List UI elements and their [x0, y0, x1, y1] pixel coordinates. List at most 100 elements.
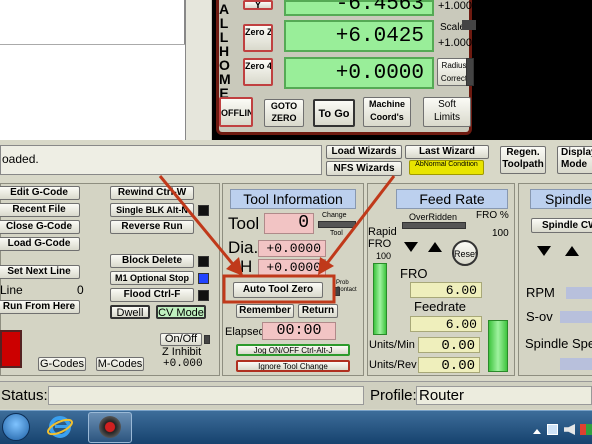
recent-file-button[interactable]: Recent File: [0, 203, 80, 217]
dwell-indicator: Dwell: [110, 305, 150, 319]
fro-display: 6.00: [410, 282, 482, 298]
all-home-vertical: ALL HOME: [219, 2, 231, 100]
units-min-display: 0.00: [418, 337, 480, 354]
feed-reset-button[interactable]: Reset: [452, 240, 478, 266]
rewind-button[interactable]: Rewind Ctrl-W: [110, 186, 194, 200]
reverse-run-button[interactable]: Reverse Run: [110, 220, 194, 234]
tray-up-arrow-icon[interactable]: [533, 429, 541, 434]
tool-number-display[interactable]: 0: [264, 213, 314, 234]
scale-z-value: +1.0000: [438, 37, 479, 49]
reset-emergency-button[interactable]: [0, 330, 22, 368]
gcode-listing-lower[interactable]: [0, 44, 185, 140]
status-history-box: [0, 145, 322, 175]
toolpath-display[interactable]: [476, 0, 592, 140]
feed-down-arrow-icon[interactable]: [404, 242, 418, 252]
z-inhibit-on-off-button[interactable]: On/Off: [160, 333, 202, 346]
start-orb-icon[interactable]: [2, 413, 30, 441]
dia-label: Dia.: [228, 238, 259, 257]
units-rev-display: 0.00: [418, 357, 480, 374]
internet-explorer-icon[interactable]: [47, 414, 73, 440]
scale-slider[interactable]: [462, 20, 476, 30]
zero-4-button[interactable]: Zero 4: [243, 58, 273, 86]
spindle-title: Spindle: [530, 189, 592, 209]
feedrate-label: Feedrate: [414, 299, 467, 314]
h-display[interactable]: +0.0000: [258, 259, 326, 276]
rapid-fro-value: 100: [376, 251, 392, 261]
all-home-label: ALL HOME: [219, 1, 231, 101]
rapid-fro-slider[interactable]: [373, 263, 387, 335]
spindle-cw-button[interactable]: Spindle CW: [531, 218, 592, 233]
overridden-led: [402, 222, 466, 229]
prob-contact-led: [333, 287, 340, 296]
flood-button[interactable]: Flood Ctrl-F: [110, 288, 194, 302]
dro-4-display[interactable]: +0.0000: [284, 57, 434, 89]
cv-mode-indicator: CV Mode: [156, 305, 206, 319]
ignore-tool-change-button[interactable]: Ignore Tool Change: [236, 360, 350, 372]
m1-optional-stop-button[interactable]: M1 Optional Stop: [110, 271, 194, 285]
elapsed-display: 00:00: [262, 322, 336, 340]
mcodes-button[interactable]: M-Codes: [96, 357, 144, 371]
fro-slider[interactable]: [488, 320, 508, 372]
regen-toolpath-button[interactable]: Regen. Toolpath: [500, 146, 546, 174]
machine-coords-button[interactable]: Machine Coord's: [363, 97, 411, 127]
status-history-text: oaded.: [2, 152, 39, 166]
nfs-wizards-button[interactable]: NFS Wizards: [326, 161, 402, 176]
tool-small-label: Tool: [330, 230, 343, 237]
line-value: 0: [77, 283, 84, 297]
dro-z-display[interactable]: +6.0425: [284, 20, 434, 52]
spindle-down-arrow-icon[interactable]: [537, 246, 551, 256]
radius-correct-led: [466, 58, 474, 86]
display-mode-button[interactable]: Display Mode: [557, 146, 592, 174]
feedrate-display[interactable]: 6.00: [410, 316, 482, 332]
z-inhibit-led: [204, 335, 210, 344]
zero-z-button[interactable]: Zero Z: [243, 24, 273, 52]
set-next-line-button[interactable]: Set Next Line: [0, 265, 80, 279]
status-label: Status:: [1, 387, 48, 404]
spindle-up-arrow-icon[interactable]: [565, 246, 579, 256]
spindle-speed-label: Spindle Spe: [525, 336, 592, 351]
block-delete-button[interactable]: Block Delete: [110, 254, 194, 268]
gcode-listing[interactable]: [0, 0, 185, 44]
tool-change-led: [318, 221, 356, 228]
soft-limits-button[interactable]: Soft Limits: [423, 97, 471, 127]
load-wizards-button[interactable]: Load Wizards: [326, 145, 402, 159]
feed-up-arrow-icon[interactable]: [428, 242, 442, 252]
last-wizard-button[interactable]: Last Wizard: [405, 145, 489, 159]
to-go-button[interactable]: To Go: [313, 99, 355, 127]
profile-value: Router: [419, 387, 465, 404]
block-delete-led: [198, 256, 209, 267]
network-icon[interactable]: [547, 424, 558, 435]
jog-toggle-button[interactable]: Jog ON/OFF Ctrl-Alt-J: [236, 344, 350, 356]
fro-percent-label: FRO %: [476, 210, 509, 221]
rpm-label: RPM: [526, 285, 555, 300]
flood-led: [198, 290, 209, 301]
zero-y-button[interactable]: Y: [243, 0, 273, 10]
elapsed-label: Elapsed: [225, 326, 265, 338]
offline-button[interactable]: OFFLINE: [219, 97, 253, 127]
remember-button[interactable]: Remember: [236, 304, 294, 318]
mach3-app-icon: [99, 416, 121, 438]
return-button[interactable]: Return: [298, 304, 338, 318]
tool-label: Tool: [228, 214, 260, 233]
overridden-label: OverRidden: [409, 212, 458, 222]
status-message-field: [48, 386, 364, 405]
h-label: H: [240, 257, 253, 276]
dro-y-display[interactable]: -6.4563: [284, 0, 434, 16]
goto-zero-button[interactable]: GOTO ZERO: [264, 99, 304, 127]
sov-display: [560, 311, 592, 323]
dia-display[interactable]: +0.0000: [258, 240, 326, 257]
scrollbar-strip[interactable]: [185, 0, 211, 140]
change-label: Change: [322, 212, 347, 219]
units-rev-label: Units/Rev: [369, 359, 417, 371]
rapid-fro-label: Rapid FRO: [368, 226, 397, 250]
edit-gcode-button[interactable]: Edit G-Code: [0, 186, 80, 200]
flag-icon[interactable]: [580, 424, 592, 435]
single-block-button[interactable]: Single BLK Alt-N: [110, 203, 194, 217]
auto-tool-zero-button[interactable]: Auto Tool Zero: [233, 282, 323, 298]
run-from-here-button[interactable]: Run From Here: [0, 300, 80, 314]
gcodes-button[interactable]: G-Codes: [38, 357, 86, 371]
z-inhibit-value: +0.000: [163, 358, 203, 370]
close-gcode-button[interactable]: Close G-Code: [0, 220, 80, 234]
load-gcode-button[interactable]: Load G-Code: [0, 237, 80, 251]
single-block-led: [198, 205, 209, 216]
